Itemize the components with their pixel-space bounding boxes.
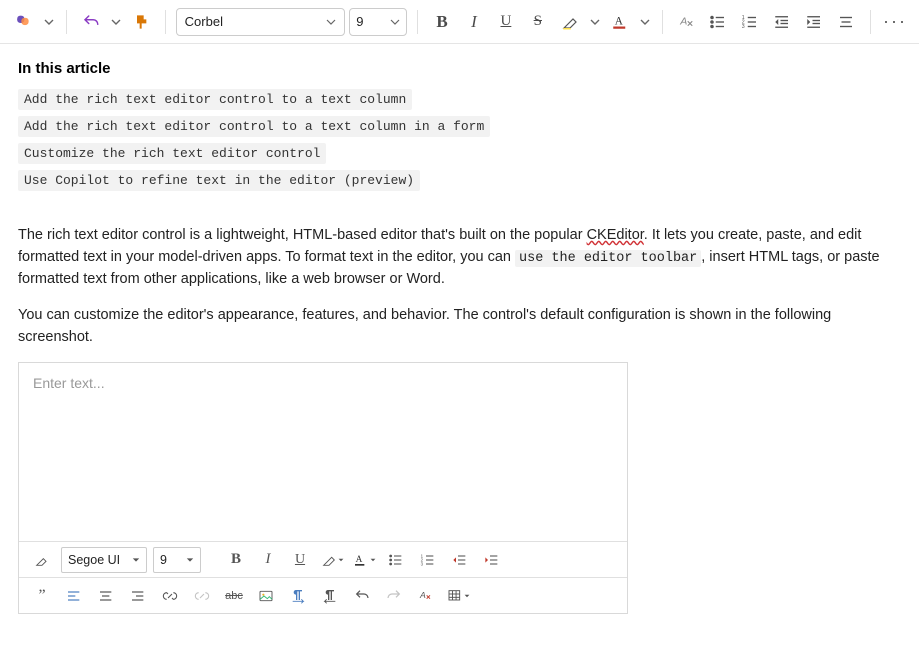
format-painter-icon[interactable] (29, 547, 55, 573)
font-family-select-inner[interactable]: Segoe UI (61, 547, 147, 573)
toc-link[interactable]: Customize the rich text editor control (18, 143, 326, 164)
align-right-icon[interactable] (125, 583, 151, 609)
font-family-value-inner: Segoe UI (68, 553, 120, 567)
copilot-icon[interactable] (10, 8, 38, 36)
highlight-button-inner[interactable] (319, 547, 345, 573)
editor-placeholder: Enter text... (19, 363, 627, 541)
italic-button[interactable]: I (460, 8, 488, 36)
bold-button[interactable]: B (428, 8, 456, 36)
divider (165, 10, 166, 34)
font-color-dropdown[interactable] (638, 17, 652, 27)
increase-indent-button-inner[interactable] (479, 547, 505, 573)
spellcheck-squiggle: CKEditor (587, 227, 644, 243)
editor-toolbar-row1: Segoe UI 9 B I U A 123 (19, 541, 627, 577)
main-toolbar: Corbel 9 B I U S A A 123 ··· (0, 0, 919, 44)
ltr-icon[interactable] (285, 583, 311, 609)
undo-button[interactable] (77, 8, 105, 36)
divider (417, 10, 418, 34)
font-color-button-inner[interactable]: A (351, 547, 377, 573)
decrease-indent-button[interactable] (768, 8, 796, 36)
image-icon[interactable] (253, 583, 279, 609)
article-header: In this article (18, 60, 901, 77)
para1-part-a: The rich text editor control is a lightw… (18, 227, 587, 243)
align-left-icon[interactable] (61, 583, 87, 609)
table-of-contents: Add the rich text editor control to a te… (18, 89, 901, 197)
increase-indent-button[interactable] (800, 8, 828, 36)
divider (66, 10, 67, 34)
highlight-dropdown[interactable] (588, 17, 602, 27)
format-painter-button[interactable] (127, 8, 155, 36)
font-size-select-inner[interactable]: 9 (153, 547, 201, 573)
more-button[interactable]: ··· (881, 8, 909, 36)
align-button[interactable] (832, 8, 860, 36)
body-text: The rich text editor control is a lightw… (18, 225, 901, 348)
unlink-icon[interactable] (189, 583, 215, 609)
font-size-value: 9 (356, 14, 363, 29)
svg-text:A: A (419, 590, 426, 600)
chevron-down-icon (326, 17, 336, 27)
undo-dropdown[interactable] (109, 17, 123, 27)
editor-screenshot: Enter text... Segoe UI 9 B I U A (18, 362, 628, 614)
editor-toolbar-row2: ” abc (19, 577, 627, 613)
bold-button-inner[interactable]: B (223, 547, 249, 573)
underline-button[interactable]: U (492, 8, 520, 36)
redo-icon-inner[interactable] (381, 583, 407, 609)
link-icon[interactable] (157, 583, 183, 609)
align-center-icon[interactable] (93, 583, 119, 609)
clear-format-icon-inner[interactable]: A (413, 583, 439, 609)
numbering-button-inner[interactable]: 123 (415, 547, 441, 573)
numbering-button[interactable]: 123 (736, 8, 764, 36)
para2: You can customize the editor's appearanc… (18, 305, 901, 349)
blockquote-icon[interactable]: ” (29, 583, 55, 609)
strikethrough-icon-inner[interactable]: abc (221, 583, 247, 609)
italic-button-inner[interactable]: I (255, 547, 281, 573)
highlight-button[interactable] (556, 8, 584, 36)
underline-button-inner[interactable]: U (287, 547, 313, 573)
strikethrough-button[interactable]: S (524, 8, 552, 36)
font-size-value-inner: 9 (160, 553, 167, 567)
inline-code: use the editor toolbar (515, 250, 701, 267)
divider (662, 10, 663, 34)
rtl-icon[interactable] (317, 583, 343, 609)
svg-text:3: 3 (421, 561, 424, 566)
svg-text:A: A (679, 15, 687, 27)
editor-content[interactable]: In this article Add the rich text editor… (0, 44, 919, 630)
toc-link[interactable]: Add the rich text editor control to a te… (18, 116, 490, 137)
undo-icon-inner[interactable] (349, 583, 375, 609)
font-family-value: Corbel (185, 14, 223, 29)
font-size-select[interactable]: 9 (349, 8, 407, 36)
svg-text:3: 3 (742, 24, 745, 30)
bullets-button[interactable] (704, 8, 732, 36)
svg-text:A: A (614, 15, 623, 27)
divider (870, 10, 871, 34)
chevron-down-icon (390, 17, 400, 27)
toc-link[interactable]: Add the rich text editor control to a te… (18, 89, 412, 110)
clear-formatting-button[interactable]: A (673, 8, 701, 36)
font-color-button[interactable]: A (606, 8, 634, 36)
font-family-select[interactable]: Corbel (176, 8, 346, 36)
bullets-button-inner[interactable] (383, 547, 409, 573)
table-icon[interactable] (445, 583, 471, 609)
copilot-dropdown[interactable] (42, 17, 56, 27)
svg-text:A: A (355, 555, 362, 565)
decrease-indent-button-inner[interactable] (447, 547, 473, 573)
toc-link[interactable]: Use Copilot to refine text in the editor… (18, 170, 420, 191)
